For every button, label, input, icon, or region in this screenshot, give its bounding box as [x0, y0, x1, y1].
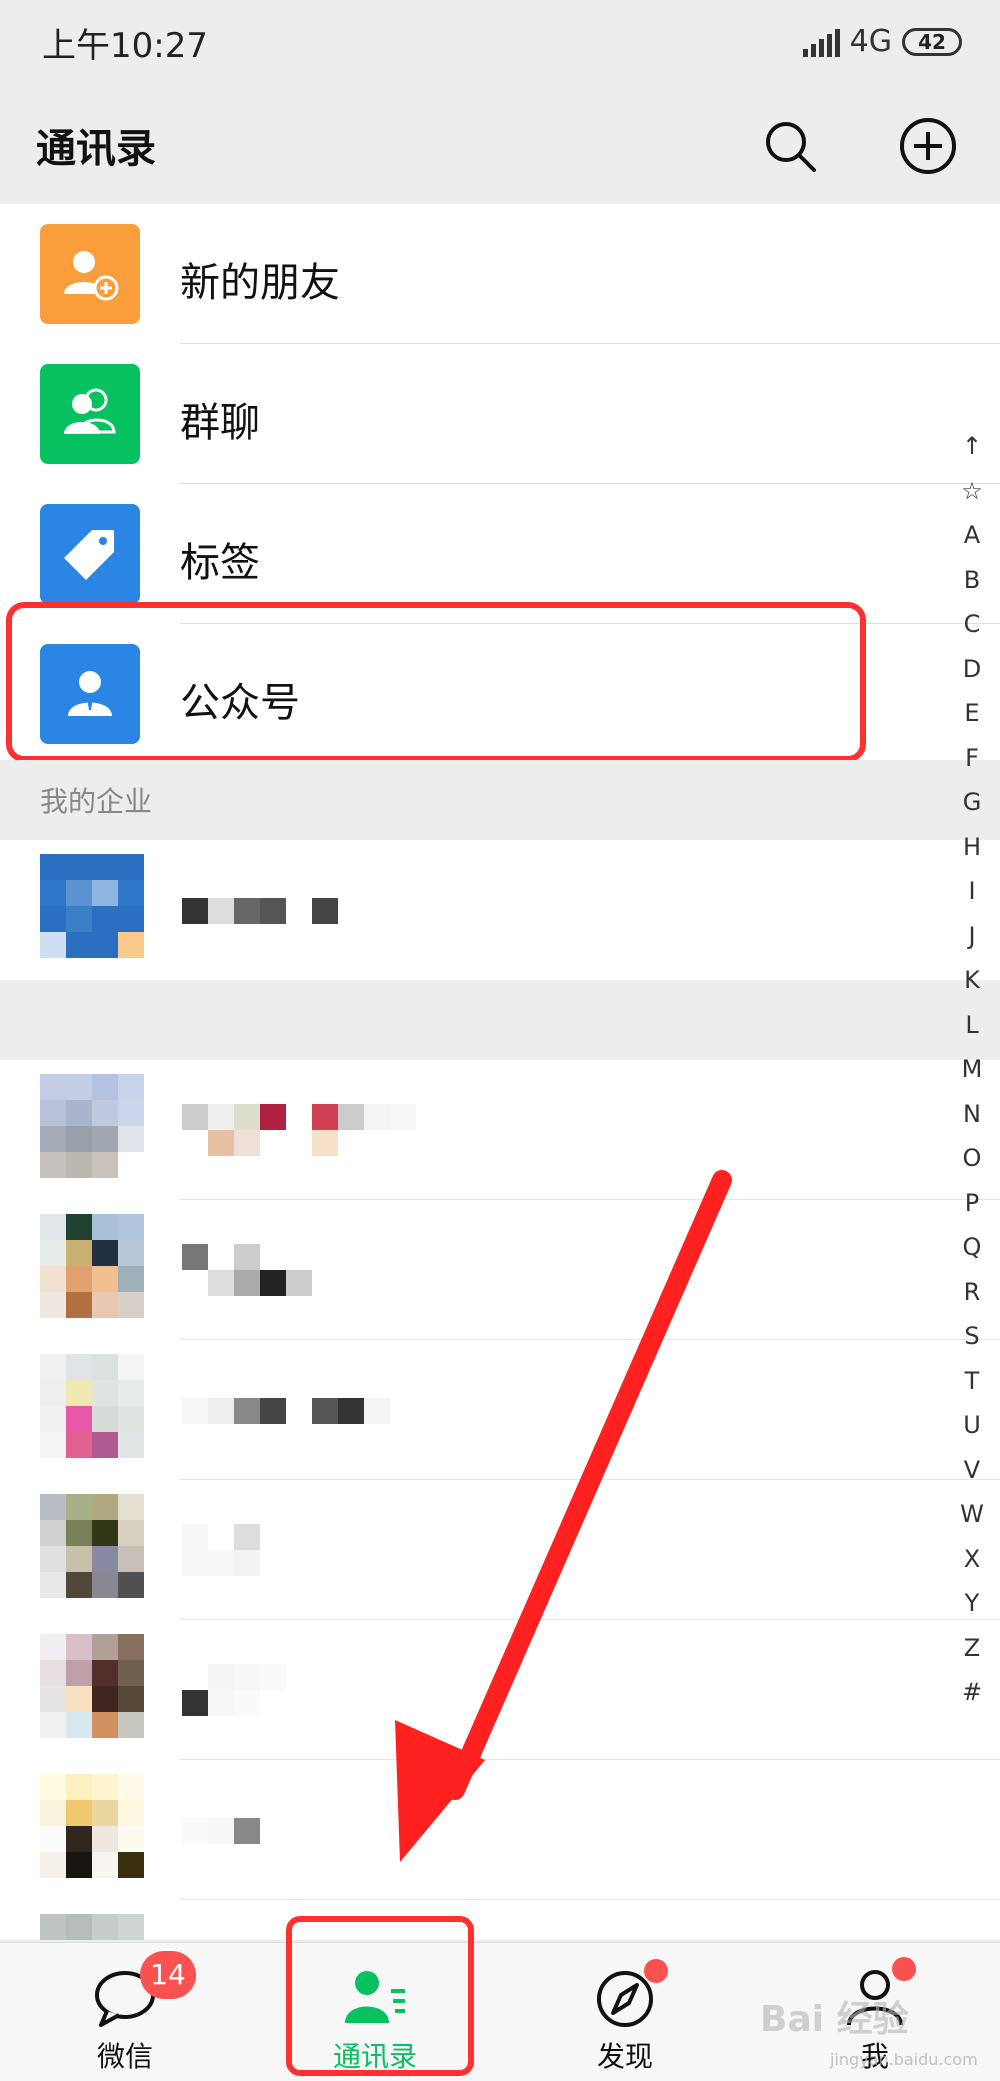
- add-friend-icon: [40, 224, 140, 324]
- avatar: [40, 854, 144, 958]
- search-icon[interactable]: [760, 116, 820, 176]
- contact-item[interactable]: [0, 1200, 1000, 1340]
- index-letter[interactable]: H: [950, 825, 994, 870]
- menu-label: 群聊: [180, 400, 260, 446]
- annotation-tab-highlight: [286, 1916, 474, 2076]
- index-letter[interactable]: ↑: [950, 424, 994, 469]
- contact-item[interactable]: [0, 1760, 1000, 1900]
- index-letter[interactable]: B: [950, 558, 994, 603]
- name-mosaic: [182, 1398, 390, 1424]
- index-letter[interactable]: Q: [950, 1225, 994, 1270]
- index-letter[interactable]: ☆: [950, 469, 994, 514]
- index-letter[interactable]: C: [950, 602, 994, 647]
- name-mosaic: [182, 898, 338, 924]
- index-letter[interactable]: P: [950, 1181, 994, 1226]
- contact-item[interactable]: [0, 1620, 1000, 1760]
- avatar: [40, 1774, 144, 1878]
- index-letter[interactable]: O: [950, 1136, 994, 1181]
- status-indicators: 4G 42: [802, 24, 962, 59]
- battery-icon: 42: [902, 27, 962, 56]
- index-letter[interactable]: A: [950, 513, 994, 558]
- name-mosaic: [182, 1524, 260, 1576]
- index-letter[interactable]: U: [950, 1403, 994, 1448]
- index-letter[interactable]: L: [950, 1003, 994, 1048]
- contact-item[interactable]: [0, 1480, 1000, 1620]
- watermark-url: jingyan.baidu.com: [830, 2050, 978, 2069]
- name-mosaic: [182, 1104, 416, 1156]
- index-letter[interactable]: K: [950, 958, 994, 1003]
- plus-circle-icon[interactable]: [898, 116, 958, 176]
- menu-group-chats[interactable]: 群聊: [0, 344, 1000, 484]
- name-mosaic: [182, 1664, 286, 1716]
- alphabet-index[interactable]: ↑ ☆ A B C D E F G H I J K L M N O P Q R S T U V W X Y Z #: [950, 424, 994, 1715]
- section-header-blurred: [0, 980, 1000, 1060]
- nav-bar: 通讯录: [0, 84, 1000, 204]
- tab-chats[interactable]: 14 微信: [0, 1943, 250, 2081]
- section-title: 我的企业: [40, 785, 153, 818]
- status-time: 上午10:27: [42, 26, 208, 66]
- annotation-highlight-box: [6, 602, 866, 762]
- index-letter[interactable]: T: [950, 1359, 994, 1404]
- tab-label: 微信: [96, 2040, 153, 2073]
- index-letter[interactable]: G: [950, 780, 994, 825]
- watermark: Bai 经验: [760, 1999, 909, 2040]
- index-letter[interactable]: Z: [950, 1626, 994, 1671]
- unread-badge: 14: [140, 1951, 196, 1999]
- notification-dot: [644, 1959, 668, 1983]
- menu-new-friends[interactable]: 新的朋友: [0, 204, 1000, 344]
- index-letter[interactable]: #: [950, 1670, 994, 1715]
- index-letter[interactable]: F: [950, 736, 994, 781]
- index-letter[interactable]: I: [950, 869, 994, 914]
- avatar: [40, 1214, 144, 1318]
- contact-item[interactable]: [0, 1340, 1000, 1480]
- index-letter[interactable]: N: [950, 1092, 994, 1137]
- tab-label: 发现: [596, 2040, 653, 2073]
- name-mosaic: [182, 1244, 312, 1296]
- signal-icon: [802, 27, 840, 57]
- tab-discover[interactable]: 发现: [500, 1943, 750, 2081]
- index-letter[interactable]: V: [950, 1448, 994, 1493]
- status-bar: 上午10:27 4G 42: [0, 0, 1000, 84]
- group-icon: [40, 364, 140, 464]
- index-letter[interactable]: Y: [950, 1581, 994, 1626]
- avatar: [40, 1634, 144, 1738]
- menu-label: 新的朋友: [180, 260, 340, 306]
- avatar: [40, 1354, 144, 1458]
- index-letter[interactable]: S: [950, 1314, 994, 1359]
- contact-item[interactable]: [0, 1900, 1000, 1940]
- page-title: 通讯录: [36, 126, 156, 172]
- index-letter[interactable]: J: [950, 914, 994, 959]
- name-mosaic: [182, 1818, 260, 1844]
- tag-icon: [40, 504, 140, 604]
- index-letter[interactable]: D: [950, 647, 994, 692]
- avatar: [40, 1494, 144, 1598]
- notification-dot: [892, 1957, 916, 1981]
- index-letter[interactable]: M: [950, 1047, 994, 1092]
- section-header-enterprise: 我的企业: [0, 760, 1000, 840]
- network-label: 4G: [849, 24, 892, 59]
- index-letter[interactable]: R: [950, 1270, 994, 1315]
- index-letter[interactable]: E: [950, 691, 994, 736]
- contact-item[interactable]: [0, 1060, 1000, 1200]
- index-letter[interactable]: W: [950, 1492, 994, 1537]
- contact-list: [0, 1060, 1000, 1940]
- avatar: [40, 1074, 144, 1178]
- index-letter[interactable]: X: [950, 1537, 994, 1582]
- menu-label: 标签: [180, 540, 260, 586]
- enterprise-item[interactable]: [0, 840, 1000, 980]
- avatar: [40, 1914, 144, 1940]
